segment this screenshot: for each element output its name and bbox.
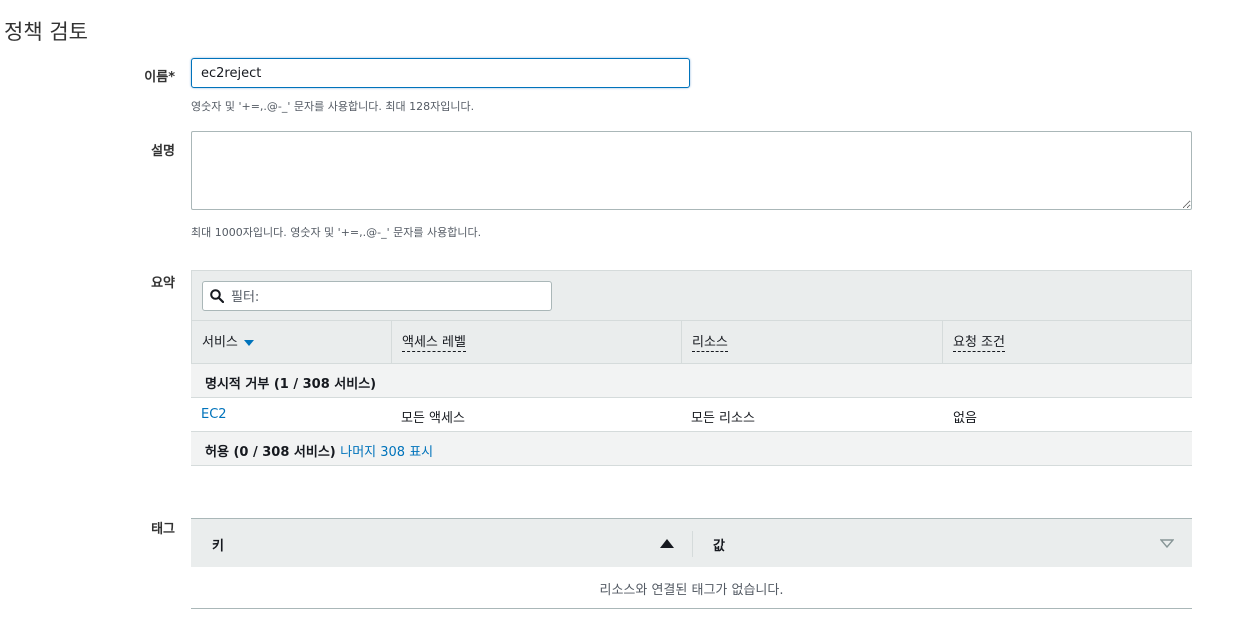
show-remaining-link[interactable]: 나머지 308 표시 bbox=[340, 445, 433, 460]
tags-column-value[interactable]: 값 bbox=[713, 535, 725, 554]
sort-down-icon bbox=[243, 339, 254, 346]
column-header-label: 리소스 bbox=[692, 335, 728, 352]
description-textarea[interactable] bbox=[191, 131, 1192, 210]
service-link[interactable]: EC2 bbox=[201, 407, 227, 422]
search-icon bbox=[210, 289, 224, 303]
column-header-resource: 리소스 bbox=[682, 321, 943, 363]
description-hint: 최대 1000자입니다. 영숫자 및 '+=,.@-_' 문자를 사용합니다. bbox=[191, 226, 482, 239]
tags-label: 태그 bbox=[151, 522, 175, 537]
access-level-cell: 모든 액세스 bbox=[401, 411, 465, 426]
sort-up-icon[interactable] bbox=[660, 539, 674, 548]
summary-table: 서비스 액세스 레벨 리소스 요청 조건 명시적 거부 (1 / 308 서비스… bbox=[191, 270, 1192, 467]
column-header-label: 요청 조건 bbox=[953, 335, 1005, 352]
allow-group-label: 허용 (0 / 308 서비스) bbox=[205, 445, 336, 460]
tags-header-row: 키 값 bbox=[191, 518, 1192, 567]
column-header-label: 서비스 bbox=[202, 335, 238, 350]
tags-empty-message: 리소스와 연결된 태그가 없습니다. bbox=[191, 567, 1192, 609]
name-label: 이름* bbox=[144, 70, 175, 85]
page-title: 정책 검토 bbox=[4, 20, 88, 44]
deny-group-label: 명시적 거부 (1 / 308 서비스) bbox=[205, 377, 377, 392]
sort-down-outline-icon[interactable] bbox=[1160, 539, 1174, 548]
tags-column-key[interactable]: 키 bbox=[212, 535, 224, 554]
column-header-condition: 요청 조건 bbox=[943, 321, 1191, 363]
summary-label: 요약 bbox=[151, 276, 175, 291]
summary-header-row: 서비스 액세스 레벨 리소스 요청 조건 bbox=[191, 321, 1192, 364]
deny-group-row: 명시적 거부 (1 / 308 서비스) bbox=[191, 364, 1192, 398]
description-label: 설명 bbox=[151, 144, 175, 159]
filter-input[interactable] bbox=[229, 284, 548, 310]
resource-cell: 모든 리소스 bbox=[691, 411, 755, 426]
allow-group-row: 허용 (0 / 308 서비스) 나머지 308 표시 bbox=[191, 432, 1192, 466]
column-header-service[interactable]: 서비스 bbox=[192, 321, 392, 363]
column-header-label: 액세스 레벨 bbox=[402, 335, 466, 352]
name-hint: 영숫자 및 '+=,.@-_' 문자를 사용합니다. 최대 128자입니다. bbox=[191, 100, 475, 113]
name-input[interactable] bbox=[191, 58, 690, 88]
condition-cell: 없음 bbox=[953, 411, 977, 426]
filter-bar bbox=[191, 270, 1192, 321]
column-header-access-level: 액세스 레벨 bbox=[392, 321, 682, 363]
column-divider bbox=[692, 531, 693, 557]
filter-field[interactable] bbox=[202, 281, 552, 311]
table-row: EC2 모든 액세스 모든 리소스 없음 bbox=[191, 398, 1192, 432]
